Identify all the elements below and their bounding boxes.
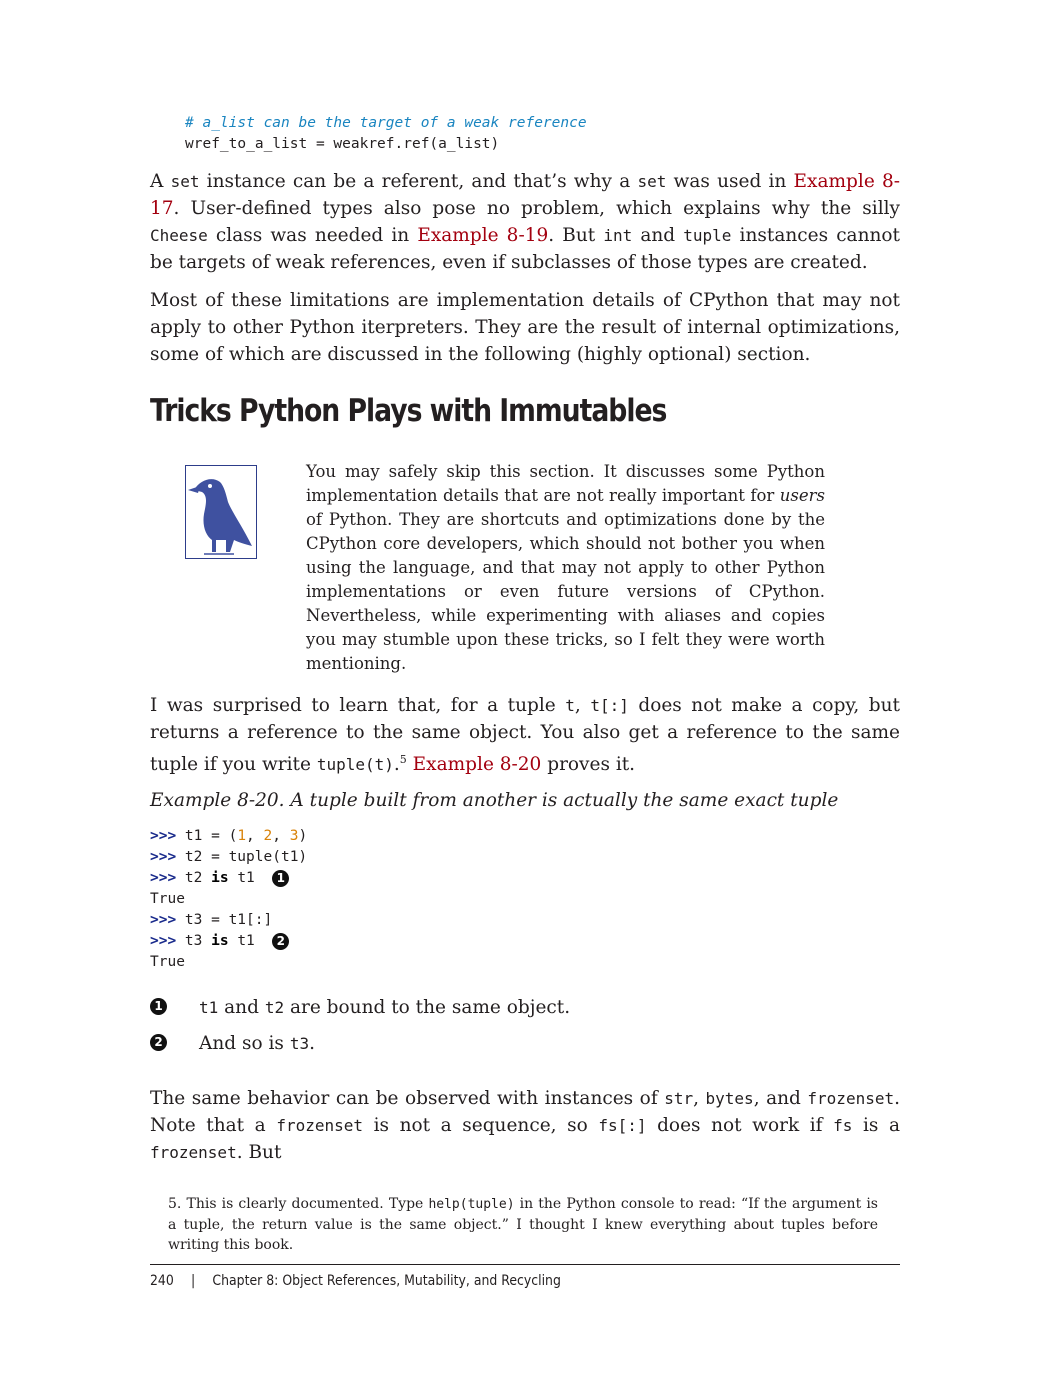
callout-item: 2: [150, 1032, 167, 1051]
code-block-top: # a_list can be the target of a weak ref…: [185, 113, 587, 155]
callout-marker: 2: [272, 932, 290, 950]
callout-item: 1: [150, 996, 167, 1015]
page-number: 240: [150, 1273, 174, 1289]
footer-separator: |: [191, 1273, 196, 1289]
paragraph-1: A set instance can be a referent, and th…: [150, 171, 900, 273]
chapter-title: Chapter 8: Object References, Mutability…: [212, 1273, 561, 1289]
code-comment: # a_list can be the target of a weak ref…: [185, 115, 587, 131]
footer-rule: [150, 1264, 900, 1265]
callout-text: t1 and t2 are bound to the same object.: [199, 997, 571, 1018]
section-title: Tricks Python Plays with Immutables: [150, 393, 667, 429]
paragraph-4: The same behavior can be observed with i…: [150, 1088, 900, 1163]
crow-icon: [185, 465, 257, 559]
callout-marker: 1: [272, 869, 290, 887]
callout-marker: 1: [150, 998, 167, 1015]
example-caption: Example 8-20. A tuple built from another…: [150, 790, 839, 811]
note-text: You may safely skip this section. It dis…: [306, 462, 825, 673]
footnote-ref[interactable]: 5: [400, 753, 407, 766]
link-example-8-20[interactable]: Example 8-20: [413, 754, 542, 775]
link-example-8-19[interactable]: Example 8-19: [417, 225, 548, 246]
callout-text: And so is t3.: [199, 1033, 315, 1054]
callout-marker: 2: [150, 1034, 167, 1051]
code-block-example: >>> t1 = (1, 2, 3) >>> t2 = tuple(t1) >>…: [150, 828, 308, 970]
code-line: wref_to_a_list = weakref.ref(a_list): [185, 136, 500, 152]
paragraph-3: I was surprised to learn that, for a tup…: [150, 695, 900, 776]
paragraph-2: Most of these limitations are implementa…: [150, 290, 900, 365]
footnote: 5. This is clearly documented. Type help…: [168, 1196, 878, 1253]
page-footer: 240 | Chapter 8: Object References, Mutabi…: [150, 1273, 561, 1289]
